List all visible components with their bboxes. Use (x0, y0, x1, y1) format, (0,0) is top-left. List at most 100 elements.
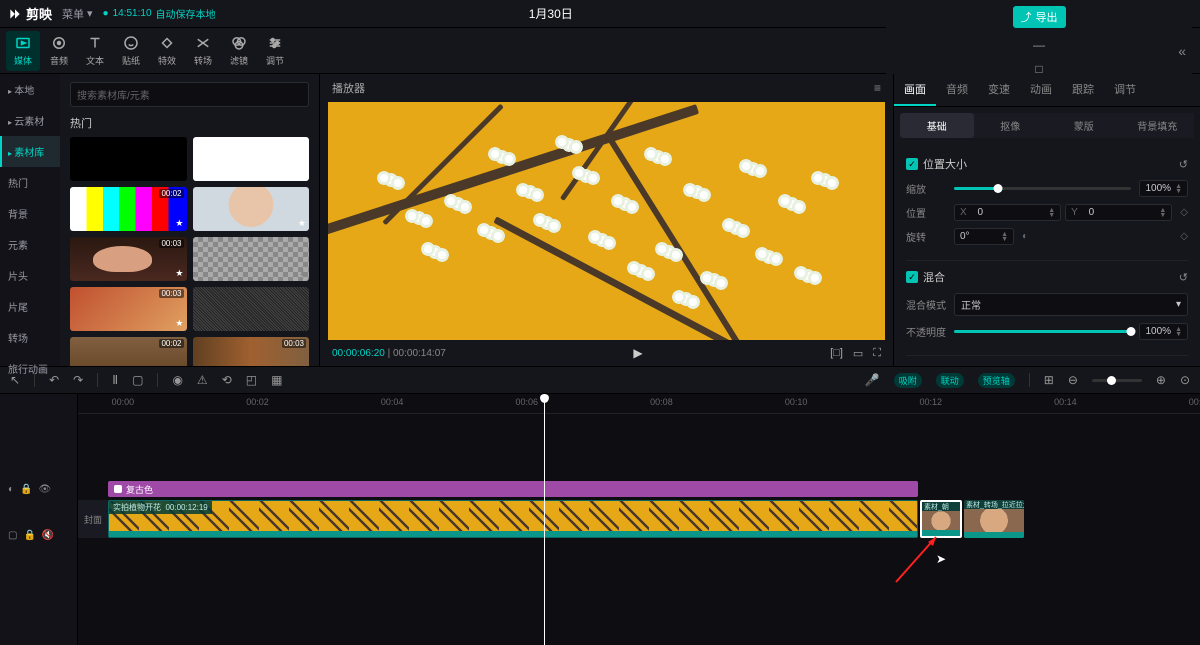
fullscreen-icon[interactable]: ⛶ (873, 347, 881, 360)
thumb-colorbars[interactable]: 00:02★ (70, 187, 187, 231)
mirror-icon[interactable]: ▦ (271, 373, 282, 387)
subtab-basic[interactable]: 基础 (900, 113, 974, 138)
collapse-panel-icon[interactable]: « (1170, 39, 1194, 63)
snap-toggle[interactable]: 吸附 (894, 373, 922, 388)
keyframe-icon[interactable]: ◇ (1180, 207, 1188, 218)
video-clip-1[interactable]: 实拍植物开花 00:00:12:19 (108, 500, 918, 538)
tab-text[interactable]: 文本 (78, 31, 112, 71)
sidebar-item-element[interactable]: 元素 (0, 229, 60, 260)
tab-anim[interactable]: 动画 (1020, 74, 1062, 106)
tab-audio2[interactable]: 音频 (936, 74, 978, 106)
reset-icon[interactable]: ↺ (1179, 271, 1188, 284)
split-icon[interactable]: Ⅱ (112, 373, 118, 387)
tab-picture[interactable]: 画面 (894, 74, 936, 106)
undo-icon[interactable]: ↶ (49, 373, 59, 387)
zoom-in-icon[interactable]: ⊕ (1156, 373, 1166, 387)
playhead[interactable] (544, 394, 545, 645)
tab-media[interactable]: 媒体 (6, 31, 40, 71)
filter-track-header[interactable]: ◐ 🔒 👁 (0, 481, 77, 497)
crop-icon[interactable]: ◰ (246, 373, 257, 387)
subtab-bgfill[interactable]: 背景填充 (1121, 113, 1195, 138)
tab-track[interactable]: 跟踪 (1062, 74, 1104, 106)
delete-icon[interactable]: ▢ (132, 373, 143, 387)
scale-value[interactable]: 100%▲▼ (1139, 180, 1188, 197)
sidebar-item-intro[interactable]: 片头 (0, 260, 60, 291)
subtab-cutout[interactable]: 抠像 (974, 113, 1048, 138)
cursor-icon: ➤ (936, 552, 946, 566)
thumb-face2[interactable]: 00:03★ (70, 287, 187, 331)
thumb-group[interactable]: 00:03 (193, 337, 310, 366)
rotate-dial-icon[interactable]: ◐ (1022, 231, 1028, 242)
sidebar-item-outro[interactable]: 片尾 (0, 291, 60, 322)
opacity-value[interactable]: 100%▲▼ (1139, 323, 1188, 340)
sidebar-item-local[interactable]: 本地 (0, 74, 60, 105)
lock-icon[interactable]: 🔒 (20, 484, 32, 495)
sidebar-item-trans[interactable]: 转场 (0, 322, 60, 353)
menu-dropdown[interactable]: 菜单 ▾ (62, 6, 93, 22)
zoom-out-icon[interactable]: ⊖ (1068, 373, 1078, 387)
sidebar-item-stock[interactable]: 素材库 (0, 136, 60, 167)
rotation-input[interactable]: 0°▲▼ (954, 228, 1014, 245)
zoom-fit-icon[interactable]: ⊙ (1180, 373, 1190, 387)
tab-sticker[interactable]: 贴纸 (114, 31, 148, 71)
eye-icon[interactable]: 👁 (39, 484, 52, 495)
thumb-face1[interactable]: ★ (193, 187, 310, 231)
preview-viewport[interactable] (328, 102, 885, 340)
preview-axis-toggle[interactable]: 预览轴 (978, 373, 1015, 388)
blend-mode-dropdown[interactable]: 正常▾ (954, 293, 1188, 316)
video-track-header[interactable]: ▢ 🔒 🔇 (0, 516, 77, 554)
timeline-ruler[interactable]: 00:00 00:02 00:04 00:06 00:08 00:10 00:1… (78, 394, 1200, 414)
thumb-transparent[interactable]: ⬇ (193, 237, 310, 281)
opacity-slider[interactable] (954, 330, 1131, 333)
tab-adjust[interactable]: 调节 (258, 31, 292, 71)
subtab-mask[interactable]: 蒙版 (1047, 113, 1121, 138)
thumb-scene[interactable]: 00:02 (70, 337, 187, 366)
pos-y-input[interactable]: Y 0▲▼ (1065, 204, 1172, 221)
lock-icon[interactable]: 🔒 (23, 530, 35, 541)
tab-effect[interactable]: 特效 (150, 31, 184, 71)
ratio-icon[interactable]: ▭ (853, 347, 863, 360)
tab-speed[interactable]: 变速 (978, 74, 1020, 106)
mute-icon[interactable]: 🔇 (42, 530, 54, 541)
minimize-button[interactable]: — (1024, 38, 1054, 52)
cloud-icon: ● (103, 8, 109, 19)
library-search-input[interactable]: 搜索素材库/元素 (70, 82, 309, 107)
video-clip-3[interactable]: 素材_转场_拉近拉大师 (964, 500, 1024, 538)
cover-button[interactable]: 封面 (78, 500, 108, 538)
tab-filter[interactable]: 滤镜 (222, 31, 256, 71)
timeline-tracks[interactable]: 00:00 00:02 00:04 00:06 00:08 00:10 00:1… (78, 394, 1200, 645)
sidebar-item-hot[interactable]: 热门 (0, 167, 60, 198)
thumb-laugh[interactable]: 00:03★ (70, 237, 187, 281)
record-icon[interactable]: ◉ (172, 373, 182, 387)
sidebar-item-bg[interactable]: 背景 (0, 198, 60, 229)
reset-icon[interactable]: ↺ (1179, 158, 1188, 171)
reverse-icon[interactable]: ⟲ (222, 373, 232, 387)
auto-cut-icon[interactable]: ⊞ (1044, 373, 1054, 387)
player-menu-icon[interactable]: ≡ (874, 81, 881, 95)
redo-icon[interactable]: ↷ (73, 373, 83, 387)
project-title[interactable]: 1月30日 (226, 5, 876, 22)
pos-x-input[interactable]: X 0▲▼ (954, 204, 1061, 221)
focus-icon[interactable]: [□] (830, 347, 843, 360)
thumb-black[interactable] (70, 137, 187, 181)
tab-audio[interactable]: 音频 (42, 31, 76, 71)
filter-clip[interactable]: 复古色 (108, 481, 918, 497)
play-button[interactable]: ▶ (456, 346, 820, 360)
scale-slider[interactable] (954, 187, 1131, 190)
export-button[interactable]: ⤴导出 (1013, 6, 1066, 28)
position-size-toggle[interactable]: ✓位置大小 (906, 156, 967, 172)
blend-toggle[interactable]: ✓混合 (906, 269, 945, 285)
zoom-slider[interactable] (1092, 379, 1142, 382)
keyframe-icon[interactable]: ◇ (1180, 231, 1188, 242)
tab-transition[interactable]: 转场 (186, 31, 220, 71)
sidebar-item-cloud[interactable]: 云素材 (0, 105, 60, 136)
stabilize-toggle[interactable]: 视频防抖 (906, 364, 967, 366)
tab-adjust2[interactable]: 调节 (1104, 74, 1146, 106)
link-toggle[interactable]: 联动 (936, 373, 964, 388)
freeze-icon[interactable]: ⚠ (197, 373, 208, 387)
select-tool-icon[interactable]: ↖ (10, 373, 20, 387)
thumb-white[interactable] (193, 137, 310, 181)
mic-icon[interactable]: 🎤 (865, 373, 880, 387)
thumb-noise[interactable] (193, 287, 310, 331)
video-clip-2-selected[interactable]: 素材_朝 (920, 500, 962, 538)
